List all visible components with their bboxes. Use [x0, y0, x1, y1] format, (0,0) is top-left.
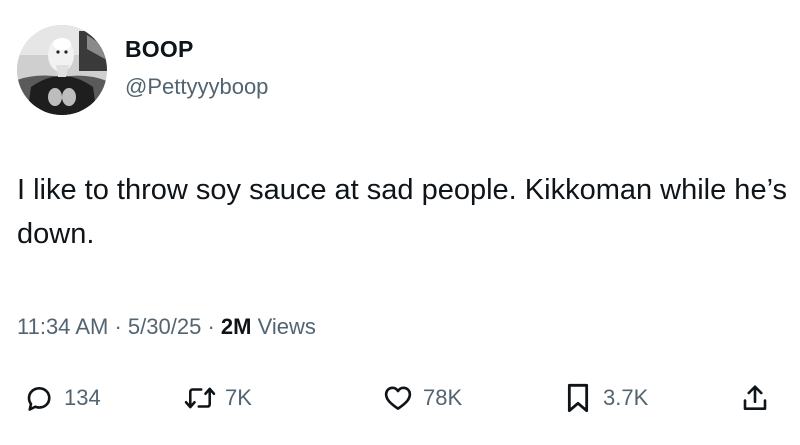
bookmark-icon	[561, 381, 595, 415]
meta-separator: ·	[207, 314, 215, 339]
tweet-metadata: 11:34 AM · 5/30/25 · 2M Views	[17, 314, 316, 340]
meta-separator: ·	[114, 314, 122, 339]
tweet-text: I like to throw soy sauce at sad people.…	[17, 174, 787, 250]
reply-icon	[22, 381, 56, 415]
avatar-image	[17, 25, 107, 115]
like-button[interactable]: 78K	[381, 376, 462, 420]
bookmark-button[interactable]: 3.7K	[561, 376, 648, 420]
heart-icon	[381, 381, 415, 415]
tweet-date[interactable]: 5/30/25	[128, 314, 201, 339]
avatar[interactable]	[17, 25, 107, 115]
tweet-card: BOOP @Pettyyyboop I like to throw soy sa…	[0, 0, 800, 445]
retweet-count: 7K	[225, 385, 252, 410]
share-icon	[738, 381, 772, 415]
retweet-button[interactable]: 7K	[183, 376, 252, 420]
share-button[interactable]	[738, 376, 772, 420]
views-label: Views	[257, 314, 316, 339]
user-handle[interactable]: @Pettyyyboop	[125, 74, 268, 100]
reply-button[interactable]: 134	[22, 376, 101, 420]
bookmark-count: 3.7K	[603, 385, 649, 410]
retweet-icon	[183, 381, 217, 415]
reply-count: 134	[64, 385, 101, 410]
like-count: 78K	[423, 385, 463, 410]
display-name[interactable]: BOOP	[125, 36, 194, 63]
action-bar: 134 7K 78K 3.7K	[0, 376, 800, 420]
tweet-time[interactable]: 11:34 AM	[17, 314, 108, 339]
views-count: 2M	[220, 314, 252, 339]
